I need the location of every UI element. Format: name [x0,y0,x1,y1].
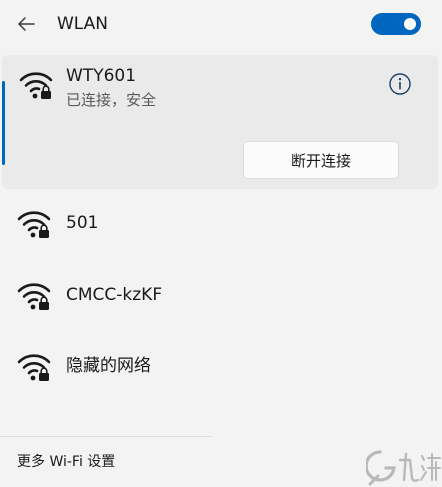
jiuyou-watermark-logo [366,450,441,486]
network-name: 501 [66,213,99,233]
network-row-cmcc-kzkf[interactable]: CMCC-kzKF [0,264,442,324]
wifi-secured-icon [17,283,51,310]
more-wifi-settings-link[interactable]: 更多 Wi-Fi 设置 [17,451,115,473]
info-icon [389,73,411,95]
wlan-toggle[interactable] [371,13,421,35]
toggle-knob [404,18,416,30]
wlan-header: WLAN [0,0,442,52]
network-name: 隐藏的网络 [66,356,151,376]
selection-indicator [2,81,5,165]
page-title: WLAN [57,14,109,34]
footer-divider [0,436,212,437]
network-row-hidden[interactable]: 隐藏的网络 [0,335,442,395]
wifi-secured-icon [17,354,51,381]
back-button[interactable] [12,10,40,38]
network-name: CMCC-kzKF [66,285,163,305]
network-row-501[interactable]: 501 [0,192,442,252]
disconnect-button[interactable]: 断开连接 [243,141,399,179]
wifi-secured-icon [17,211,51,238]
network-status: 已连接，安全 [66,91,157,109]
network-properties-button[interactable] [387,71,413,97]
network-name: WTY601 [66,66,137,86]
wifi-secured-icon [19,72,53,99]
connected-network-card[interactable]: WTY601 已连接，安全 断开连接 [2,55,438,189]
arrow-left-icon [18,17,35,31]
